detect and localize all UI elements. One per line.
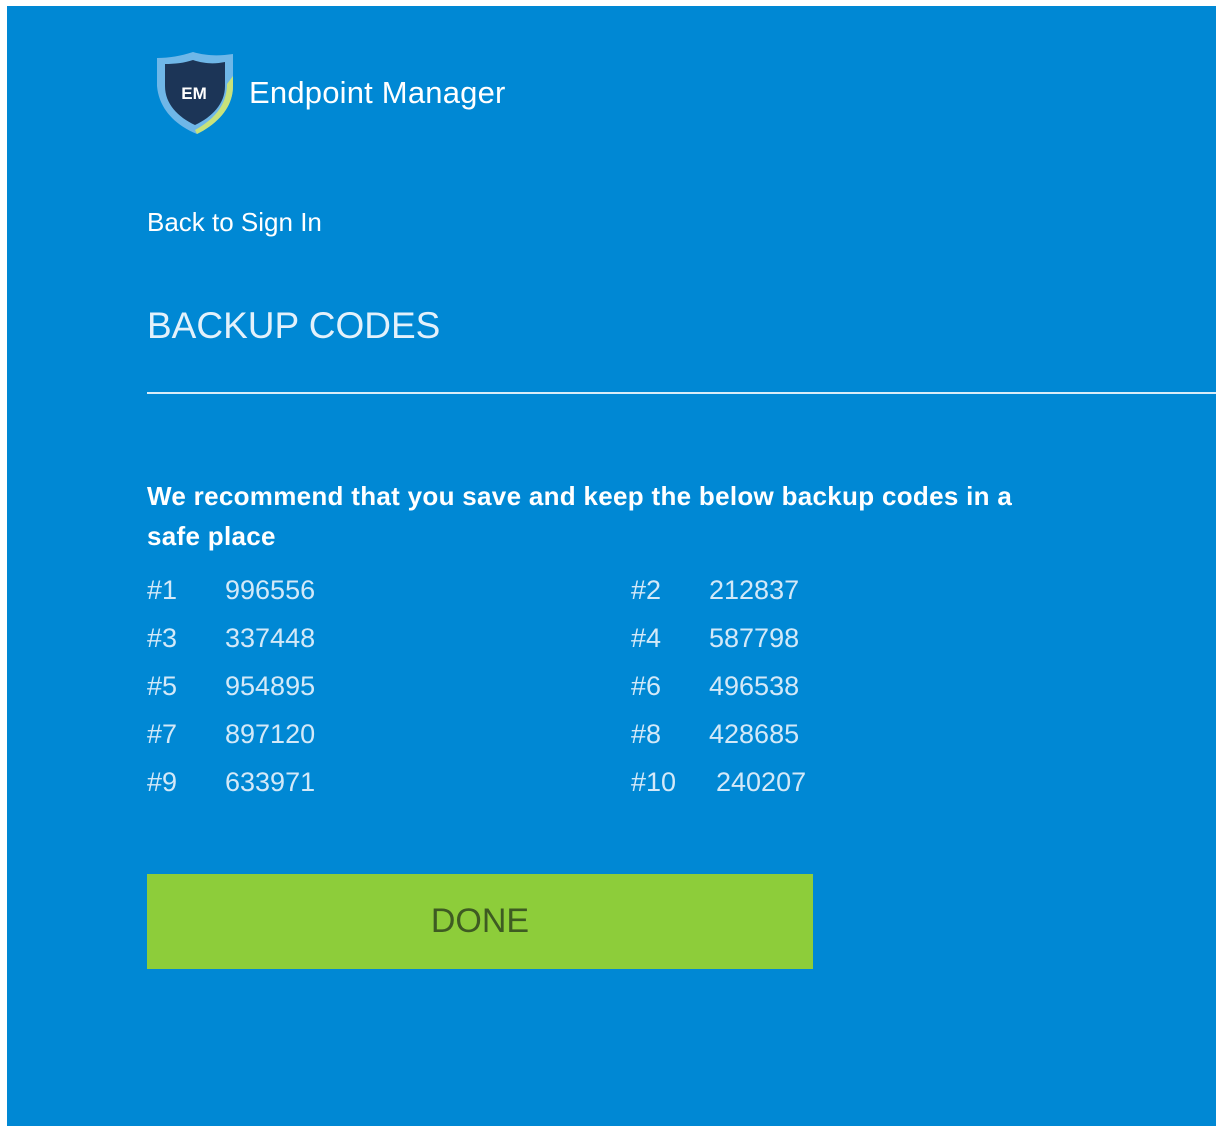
logo-text: EM xyxy=(181,84,207,103)
backup-code-label: #7 xyxy=(147,719,178,749)
backup-code-label: #6 xyxy=(631,671,662,701)
backup-code-item: #5 954895 xyxy=(147,666,631,714)
backup-code-item: #2 212837 xyxy=(631,570,847,618)
backup-code-value: 954895 xyxy=(225,671,316,701)
backup-code-item: #4 587798 xyxy=(631,618,847,666)
backup-code-item: #10 240207 xyxy=(631,762,847,810)
backup-code-label: #2 xyxy=(631,575,662,605)
endpoint-manager-logo-icon: EM xyxy=(157,52,233,134)
backup-code-item: #7 897120 xyxy=(147,714,631,762)
backup-code-label: #4 xyxy=(631,623,662,653)
backup-code-value: 240207 xyxy=(716,767,807,797)
backup-code-value: 428685 xyxy=(709,719,800,749)
title-divider xyxy=(147,392,1216,394)
backup-code-item: #8 428685 xyxy=(631,714,847,762)
backup-code-value: 996556 xyxy=(225,575,316,605)
backup-code-label: #8 xyxy=(631,719,662,749)
backup-code-item: #1 996556 xyxy=(147,570,631,618)
backup-code-value: 897120 xyxy=(225,719,316,749)
done-button[interactable]: DONE xyxy=(147,874,813,969)
backup-code-value: 212837 xyxy=(709,575,800,605)
back-to-sign-in-link[interactable]: Back to Sign In xyxy=(147,207,322,238)
backup-code-label: #9 xyxy=(147,767,178,797)
backup-codes-panel: EM Endpoint Manager Back to Sign In BACK… xyxy=(7,6,1216,1126)
backup-codes-list: #1 996556 #2 212837 #3 337448 #4 587798 … xyxy=(147,570,847,810)
backup-code-label: #3 xyxy=(147,623,178,653)
backup-code-label: #10 xyxy=(631,767,677,797)
backup-code-item: #3 337448 xyxy=(147,618,631,666)
backup-code-label: #5 xyxy=(147,671,178,701)
brand-name: Endpoint Manager xyxy=(249,74,506,110)
instructions-text: We recommend that you save and keep the … xyxy=(147,481,1013,551)
backup-code-value: 633971 xyxy=(225,767,316,797)
backup-code-value: 496538 xyxy=(709,671,800,701)
backup-code-item: #6 496538 xyxy=(631,666,847,714)
backup-code-value: 337448 xyxy=(225,623,316,653)
backup-code-value: 587798 xyxy=(709,623,800,653)
backup-code-item: #9 633971 xyxy=(147,762,631,810)
brand-header: EM Endpoint Manager xyxy=(147,46,506,138)
page-title: BACKUP CODES xyxy=(147,305,441,346)
backup-code-label: #1 xyxy=(147,575,178,605)
